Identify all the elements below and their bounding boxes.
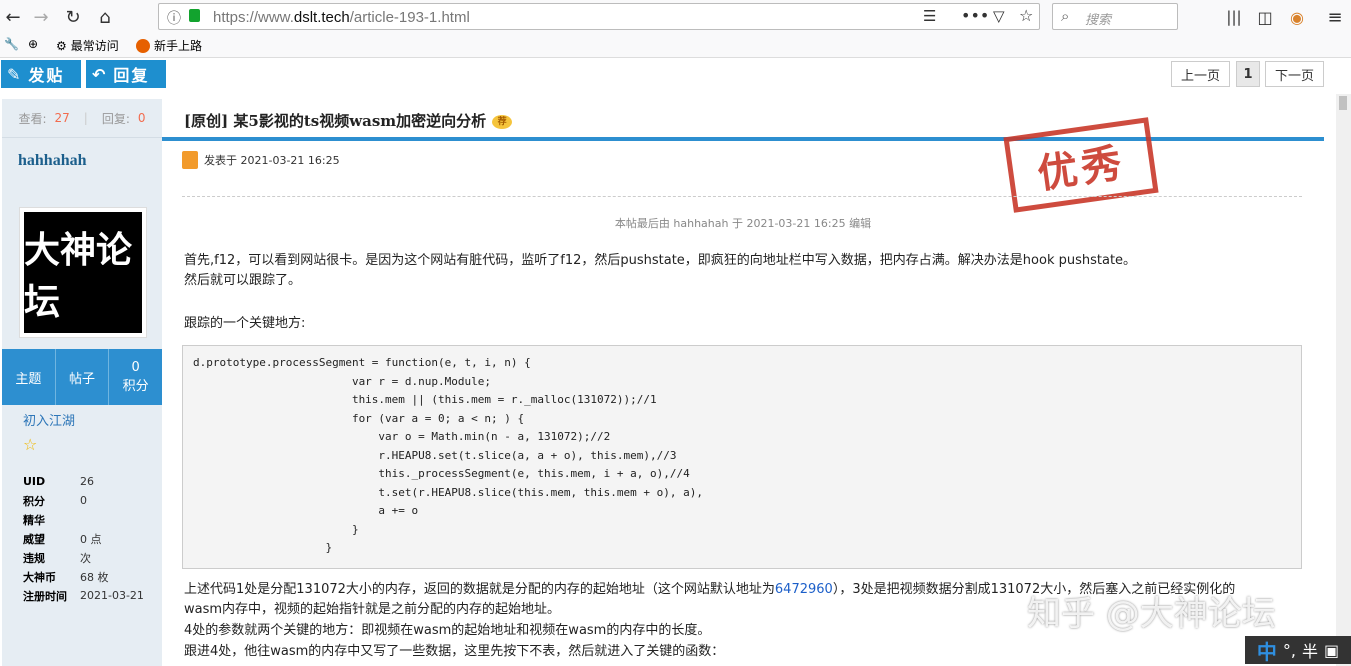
- avatar[interactable]: 大神论坛: [19, 207, 147, 338]
- info-row: 违规次: [23, 551, 91, 565]
- stat-posts[interactable]: 帖子: [56, 349, 110, 405]
- poster-icon: [182, 151, 198, 169]
- divider: [182, 196, 1302, 197]
- forward-icon[interactable]: →: [28, 5, 54, 29]
- info-row: 注册时间 2021-03-21: [23, 589, 144, 603]
- url-text[interactable]: https://www.dslt.tech/article-193-1.html: [213, 9, 470, 26]
- bookmark-getting-started[interactable]: 新手上路: [136, 37, 202, 54]
- views-count: 27: [54, 111, 70, 125]
- info-row: 精华: [23, 513, 45, 527]
- author-name[interactable]: hahhahah: [18, 152, 87, 170]
- info-row: UID 26: [23, 475, 94, 488]
- paragraph: 首先,f12，可以看到网站很卡。是因为这个网站有脏代码，监听了f12，然后pus…: [184, 253, 1137, 268]
- post-content: [原创] 某5影视的ts视频wasm加密逆向分析荐 发表于 2021-03-21…: [162, 99, 1324, 666]
- reader-view-icon[interactable]: ☰: [923, 7, 936, 25]
- next-page-button[interactable]: 下一页: [1265, 61, 1324, 87]
- zhihu-watermark: 知乎 @大神论坛: [1027, 594, 1276, 634]
- replies-label: 回复:: [101, 111, 130, 126]
- home-icon[interactable]: ⌂: [92, 5, 118, 29]
- reload-icon[interactable]: ↻: [60, 5, 86, 29]
- author-sidebar: 查看: 27 | 回复: 0 hahhahah 大神论坛 主题 帖子 0 积分 初…: [2, 99, 162, 666]
- gear-icon: ⚙: [56, 38, 67, 53]
- stat-threads[interactable]: 主题: [2, 349, 56, 405]
- lock-icon: [189, 9, 200, 22]
- replies-count: 0: [137, 111, 146, 125]
- divider: [2, 137, 162, 138]
- stat-credits[interactable]: 0 积分: [109, 349, 162, 405]
- ime-punct[interactable]: °,: [1283, 641, 1296, 660]
- scroll-thumb[interactable]: [1339, 96, 1347, 110]
- ime-status-bar[interactable]: 中 °, 半 ▣: [1245, 636, 1351, 664]
- search-field[interactable]: ⌕ 搜索: [1052, 3, 1178, 30]
- pocket-icon[interactable]: ▽: [993, 7, 1005, 25]
- prev-page-button[interactable]: 上一页: [1171, 61, 1230, 87]
- library-icon[interactable]: |||: [1221, 5, 1247, 29]
- paragraph: 跟进4处，他往wasm的内存中又写了一些数据，这里先按下不表，然后就进入了关键的…: [184, 644, 725, 659]
- bookmark-most-visited[interactable]: ⚙ 最常访问: [56, 37, 119, 54]
- firefox-icon: [136, 38, 150, 53]
- star-icon: ☆: [23, 435, 38, 454]
- search-placeholder: 搜索: [1085, 13, 1112, 28]
- page-scrollbar[interactable]: [1336, 94, 1351, 666]
- paragraph: 4处的参数就两个关键的地方：即视频在wasm的起始地址和视频在wasm的内存中的…: [184, 623, 711, 638]
- edit-notice: 本帖最后由 hahhahah 于 2021-03-21 16:25 编辑: [614, 217, 872, 230]
- back-icon[interactable]: ←: [0, 5, 26, 29]
- extension-icon[interactable]: ◉: [1284, 5, 1310, 29]
- recommend-badge: 荐: [492, 115, 513, 129]
- avatar-image: 大神论坛: [24, 212, 142, 333]
- post-meta: 发表于 2021-03-21 16:25: [182, 151, 340, 169]
- separator: |: [83, 111, 88, 125]
- ime-width[interactable]: 半: [1302, 638, 1318, 662]
- thread-title: [原创] 某5影视的ts视频wasm加密逆向分析荐: [184, 110, 513, 131]
- wrench-icon[interactable]: 🔧: [4, 37, 19, 51]
- search-icon: ⌕: [1061, 7, 1070, 25]
- new-post-button[interactable]: ✎ 发贴: [1, 60, 81, 88]
- sidebar-toggle-icon[interactable]: ◫: [1252, 5, 1278, 29]
- paragraph: 跟踪的一个关键地方:: [184, 316, 306, 331]
- user-level[interactable]: 初入江湖: [23, 410, 75, 429]
- info-icon[interactable]: ⓘ: [167, 8, 181, 28]
- edit-icon: ✎: [7, 64, 23, 84]
- url-bar[interactable]: ⓘ https://www.dslt.tech/article-193-1.ht…: [158, 3, 1040, 30]
- info-row: 大神币 68 枚: [23, 570, 109, 584]
- menu-icon[interactable]: ≡: [1322, 5, 1348, 29]
- page-actions-icon[interactable]: •••: [961, 6, 989, 25]
- current-page[interactable]: 1: [1236, 61, 1260, 87]
- bookmark-star-icon[interactable]: ☆: [1019, 6, 1033, 25]
- code-block[interactable]: d.prototype.processSegment = function(e,…: [182, 345, 1302, 569]
- browser-toolbar: ← → ↻ ⌂ ⓘ https://www.dslt.tech/article-…: [0, 0, 1351, 34]
- user-stats: 主题 帖子 0 积分: [2, 349, 162, 405]
- bookmarks-bar: 🔧 ⊕ ⚙ 最常访问 新手上路: [0, 34, 1351, 58]
- user-info-table: UID 26 积分 0 精华 威望 0 点 违规次 大神币 68 枚 注册时间 2021-…: [23, 472, 144, 605]
- thread-stats: 查看: 27 | 回复: 0: [2, 99, 162, 137]
- paragraph: wasm内存中，视频的起始指针就是之前分配的内存的起始地址。: [184, 602, 561, 617]
- reply-button[interactable]: ↶ 回复: [86, 60, 166, 88]
- info-row: 积分 0: [23, 494, 87, 508]
- views-label: 查看:: [18, 111, 47, 126]
- reply-icon: ↶: [92, 64, 108, 84]
- shirt-icon[interactable]: ▣: [1324, 641, 1339, 660]
- info-row: 威望 0 点: [23, 532, 102, 546]
- globe-icon[interactable]: ⊕: [28, 37, 38, 51]
- paragraph: 然后就可以跟踪了。: [184, 273, 302, 288]
- ime-mode[interactable]: 中: [1257, 636, 1277, 665]
